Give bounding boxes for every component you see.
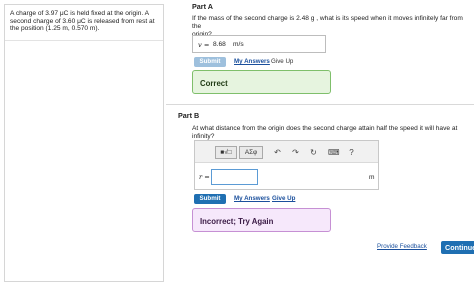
provide-feedback-link[interactable]: Provide Feedback — [377, 243, 427, 250]
undo-icon[interactable]: ↶ — [272, 147, 283, 158]
reset-icon[interactable]: ↻ — [308, 147, 319, 158]
part-b-answer-unit: m — [369, 174, 375, 181]
part-b-var-label: r = — [199, 173, 210, 181]
part-a-var-label: v = — [198, 41, 210, 49]
part-b-question: At what distance from the origin does th… — [192, 125, 458, 140]
part-a-answer-unit: m/s — [233, 41, 244, 48]
continue-button[interactable]: Continue — [441, 241, 474, 254]
part-b-equation-editor: ■√□ AΣφ ↶ ↷ ↻ ⌨ ? r = m — [194, 140, 379, 190]
templates-button[interactable]: ■√□ — [215, 146, 237, 159]
help-icon[interactable]: ? — [346, 147, 357, 158]
part-a-my-answers-link[interactable]: My Answers — [234, 58, 270, 65]
part-a-result-text: Correct — [200, 79, 228, 88]
part-b-give-up-link[interactable]: Give Up — [272, 195, 295, 202]
part-b-result-incorrect: Incorrect; Try Again — [192, 208, 331, 232]
part-a-result-correct: Correct — [192, 70, 331, 94]
part-a-answer-box: v = 8.68 m/s — [192, 35, 326, 53]
problem-line-1: A charge of 3.97 μC is held fixed at the… — [10, 10, 150, 17]
symbols-button[interactable]: AΣφ — [239, 146, 263, 159]
problem-line-2: second charge of 3.60 μC is released fro… — [10, 17, 155, 25]
part-a-answer-value: 8.68 — [213, 41, 226, 48]
keyboard-icon[interactable]: ⌨ — [328, 147, 340, 158]
part-b-result-text: Incorrect; Try Again — [200, 217, 274, 226]
problem-statement: A charge of 3.97 μC is held fixed at the… — [5, 5, 163, 41]
problem-panel: A charge of 3.97 μC is held fixed at the… — [4, 4, 164, 282]
equation-toolbar: ■√□ AΣφ ↶ ↷ ↻ ⌨ ? — [195, 141, 378, 163]
part-a-question-line-1: If the mass of the second charge is 2.48… — [192, 15, 463, 30]
part-b-my-answers-link[interactable]: My Answers — [234, 195, 270, 202]
part-b-title[interactable]: Part B — [178, 111, 199, 120]
problem-line-3: the position (1.25 m, 0.570 m). — [10, 25, 100, 33]
part-a-give-up-link[interactable]: Give Up — [271, 58, 293, 65]
redo-icon[interactable]: ↷ — [290, 147, 301, 158]
section-divider — [166, 104, 474, 105]
part-b-answer-input[interactable] — [211, 169, 258, 185]
part-b-submit-button[interactable]: Submit — [194, 194, 226, 204]
part-a-submit-button[interactable]: Submit — [194, 57, 226, 67]
part-a-title[interactable]: Part A — [192, 2, 213, 11]
